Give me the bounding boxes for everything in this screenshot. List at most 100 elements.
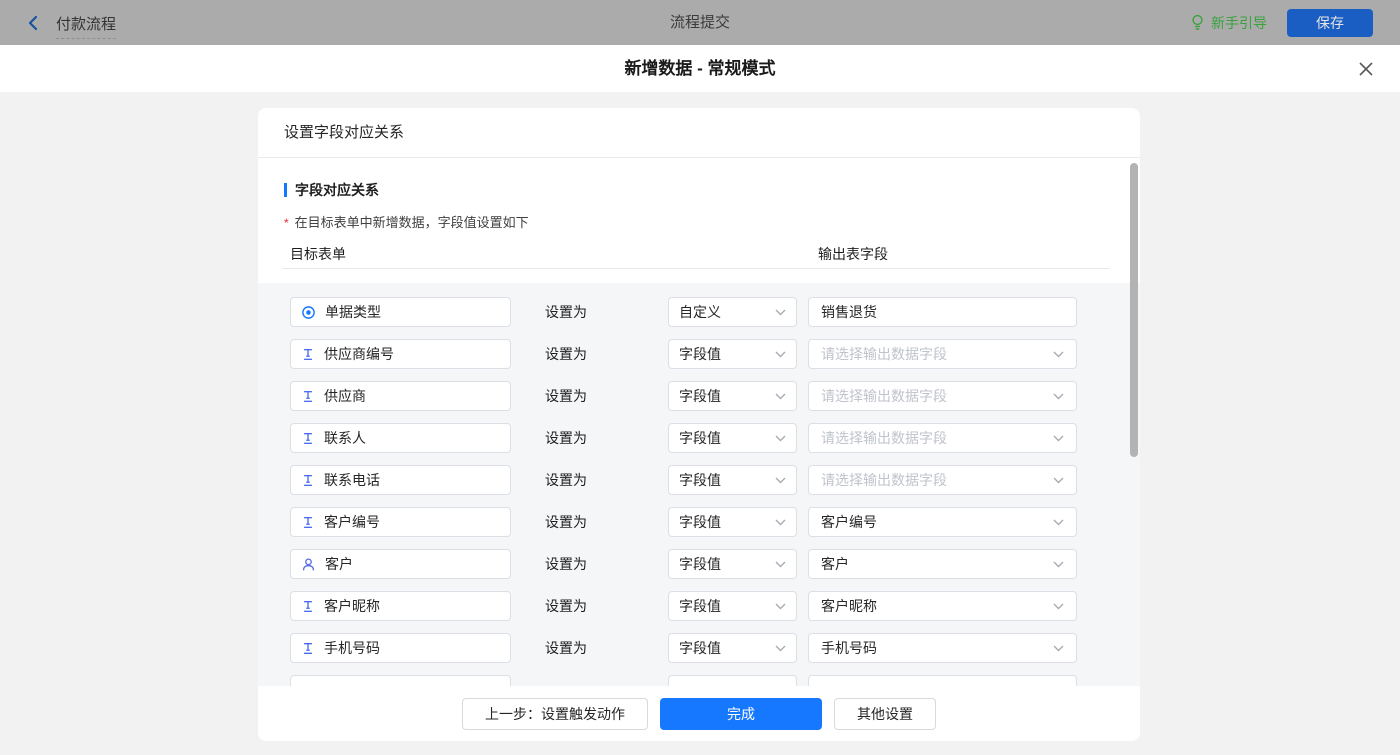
target-field-box[interactable]: 客户 — [290, 549, 511, 579]
mode-value: 字段值 — [679, 598, 721, 614]
mode-value: 自定义 — [679, 304, 721, 320]
set-as-label: 设置为 — [545, 346, 587, 362]
section-hint: * 在目标表单中新增数据，字段值设置如下 — [284, 212, 529, 231]
column-headers: 目标表单 输出表字段 — [258, 244, 1140, 266]
target-field-box[interactable]: 供应商 — [290, 381, 511, 411]
chevron-down-icon — [775, 351, 786, 358]
mode-value: 字段值 — [679, 640, 721, 656]
page: 付款流程 流程提交 新手引导 保存 新增数据 - 常规模式 设置字段对应关系 字… — [0, 0, 1400, 755]
set-as-label: 设置为 — [545, 598, 587, 614]
chevron-down-icon — [775, 309, 786, 316]
chevron-down-icon — [1053, 435, 1064, 442]
target-field-box[interactable]: 手机号码 — [290, 633, 511, 663]
hint-text: 在目标表单中新增数据，字段值设置如下 — [294, 215, 529, 230]
mode-select[interactable]: 字段值 — [668, 381, 797, 411]
mode-value: 字段值 — [679, 514, 721, 530]
target-field-box[interactable]: 联系电话 — [290, 465, 511, 495]
mapping-row: 联系电话 设置为 字段值 请选择输出数据字段 — [290, 465, 1140, 495]
scrollbar-thumb[interactable] — [1130, 163, 1138, 457]
output-value: 客户编号 — [821, 514, 877, 530]
mode-value: 字段值 — [679, 388, 721, 404]
target-field-label: 手机号码 — [324, 640, 380, 656]
mode-select[interactable]: 字段值 — [668, 633, 797, 663]
mode-select[interactable]: 字段值 — [668, 465, 797, 495]
target-field-label: 客户编号 — [324, 514, 380, 530]
column-target-form: 目标表单 — [290, 246, 346, 262]
mode-value: 字段值 — [679, 556, 721, 572]
target-field-box[interactable]: 供应商编号 — [290, 339, 511, 369]
done-button[interactable]: 完成 — [660, 697, 822, 730]
target-field-label: 联系人 — [324, 430, 366, 446]
mode-value: 字段值 — [679, 430, 721, 446]
newbie-guide-link[interactable]: 新手引导 — [1190, 13, 1267, 33]
output-field-select[interactable]: 请选择输出数据字段 — [808, 465, 1077, 495]
chevron-down-icon — [775, 519, 786, 526]
section-title-text: 字段对应关系 — [295, 182, 379, 198]
text-field-icon — [301, 599, 315, 614]
set-as-label: 设置为 — [545, 472, 587, 488]
output-value-input[interactable]: 销售退货 — [808, 297, 1077, 327]
modal-title: 新增数据 - 常规模式 — [624, 59, 776, 78]
output-placeholder: 请选择输出数据字段 — [821, 472, 947, 488]
target-field-box[interactable]: 客户编号 — [290, 507, 511, 537]
set-as-label: 设置为 — [545, 514, 587, 530]
mapping-row: 客户昵称 设置为 字段值 客户昵称 — [290, 591, 1140, 621]
chevron-down-icon — [775, 561, 786, 568]
card-footer: 上一步：设置触发动作 完成 其他设置 — [258, 686, 1140, 741]
mode-select[interactable]: 字段值 — [668, 591, 797, 621]
set-as-label: 设置为 — [545, 556, 587, 572]
target-field-box[interactable]: 客户昵称 — [290, 591, 511, 621]
modal-header: 新增数据 - 常规模式 — [0, 45, 1400, 92]
set-as-label: 设置为 — [545, 388, 587, 404]
close-icon[interactable] — [1357, 60, 1375, 78]
output-field-select[interactable]: 请选择输出数据字段 — [808, 381, 1077, 411]
output-field-select[interactable]: 手机号码 — [808, 633, 1077, 663]
mode-select[interactable]: 字段值 — [668, 339, 797, 369]
mapping-rows-area: 单据类型 设置为 自定义 销售退货 供应商编号 设置为 字段值 请选择输出数据字… — [258, 283, 1140, 741]
target-field-label: 客户 — [325, 556, 353, 572]
output-field-select[interactable]: 请选择输出数据字段 — [808, 423, 1077, 453]
output-field-select[interactable]: 客户编号 — [808, 507, 1077, 537]
mapping-row: 客户 设置为 字段值 客户 — [290, 549, 1140, 579]
field-mapping-card: 设置字段对应关系 字段对应关系 * 在目标表单中新增数据，字段值设置如下 目标表单… — [258, 108, 1140, 741]
set-as-label: 设置为 — [545, 304, 587, 320]
text-field-icon — [301, 641, 315, 656]
guide-label: 新手引导 — [1211, 14, 1267, 31]
chevron-down-icon — [1053, 561, 1064, 568]
previous-step-button[interactable]: 上一步：设置触发动作 — [462, 697, 648, 730]
mode-select[interactable]: 自定义 — [668, 297, 797, 327]
target-field-label: 供应商 — [324, 388, 366, 404]
radio-icon — [301, 305, 316, 320]
mapping-row: 供应商编号 设置为 字段值 请选择输出数据字段 — [290, 339, 1140, 369]
mapping-row: 客户编号 设置为 字段值 客户编号 — [290, 507, 1140, 537]
other-settings-button[interactable]: 其他设置 — [834, 697, 936, 730]
mapping-row: 单据类型 设置为 自定义 销售退货 — [290, 297, 1140, 327]
mode-value: 字段值 — [679, 346, 721, 362]
target-field-label: 供应商编号 — [324, 346, 394, 362]
mode-select[interactable]: 字段值 — [668, 507, 797, 537]
card-header-title: 设置字段对应关系 — [258, 108, 1140, 158]
chevron-down-icon — [1053, 603, 1064, 610]
output-field-select[interactable]: 请选择输出数据字段 — [808, 339, 1077, 369]
save-button[interactable]: 保存 — [1287, 8, 1373, 37]
target-field-box[interactable]: 单据类型 — [290, 297, 511, 327]
chevron-down-icon — [1053, 393, 1064, 400]
output-field-select[interactable]: 客户昵称 — [808, 591, 1077, 621]
text-field-icon — [301, 347, 315, 362]
output-value: 手机号码 — [821, 640, 877, 656]
mode-select[interactable]: 字段值 — [668, 549, 797, 579]
target-field-box[interactable]: 联系人 — [290, 423, 511, 453]
set-as-label: 设置为 — [545, 640, 587, 656]
output-placeholder: 请选择输出数据字段 — [821, 346, 947, 362]
chevron-down-icon — [1053, 351, 1064, 358]
chevron-down-icon — [775, 603, 786, 610]
text-field-icon — [301, 431, 315, 446]
output-value: 销售退货 — [821, 304, 877, 320]
text-field-icon — [301, 389, 315, 404]
mapping-row: 联系人 设置为 字段值 请选择输出数据字段 — [290, 423, 1140, 453]
section-accent-bar — [284, 183, 287, 197]
output-field-select[interactable]: 客户 — [808, 549, 1077, 579]
chevron-down-icon — [775, 435, 786, 442]
chevron-down-icon — [1053, 519, 1064, 526]
mode-select[interactable]: 字段值 — [668, 423, 797, 453]
